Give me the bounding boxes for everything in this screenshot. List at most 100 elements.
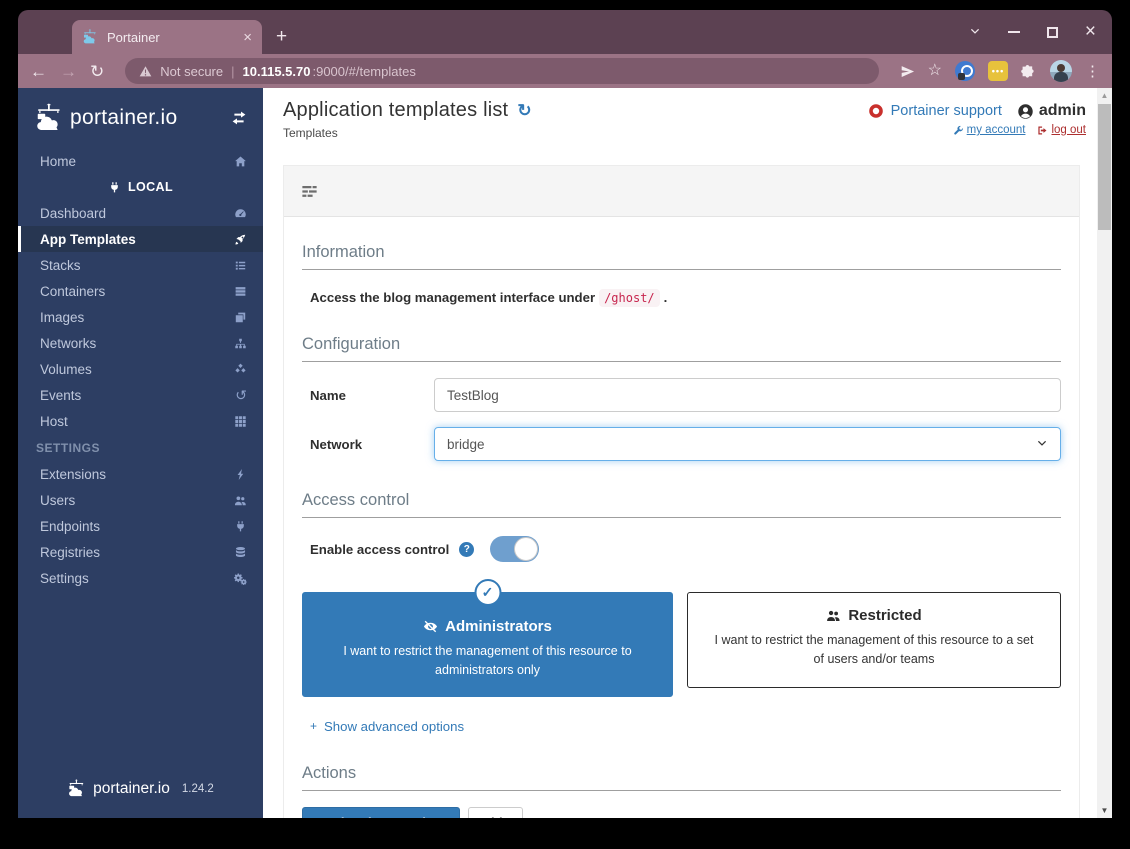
- bolt-icon: [234, 468, 247, 481]
- not-secure-label: Not secure: [160, 64, 223, 79]
- url-host: 10.115.5.70: [243, 64, 311, 79]
- restricted-option[interactable]: Restricted I want to restrict the manage…: [687, 592, 1061, 688]
- tab-search-chevron-icon[interactable]: [969, 26, 981, 38]
- browser-tab[interactable]: Portainer ×: [72, 20, 262, 54]
- sidebar-collapse-icon[interactable]: [231, 110, 247, 126]
- tasks-icon: [300, 182, 319, 201]
- tab-close-icon[interactable]: ×: [243, 30, 252, 45]
- scrollbar-thumb[interactable]: [1098, 104, 1111, 230]
- section-title-information: Information: [302, 243, 1061, 270]
- sidebar-item-dashboard[interactable]: Dashboard: [18, 200, 263, 226]
- user-circle-icon: [1017, 103, 1034, 120]
- server-icon: [234, 285, 247, 298]
- section-title-access-control: Access control: [302, 491, 1061, 518]
- back-button-icon[interactable]: ←: [30, 63, 47, 80]
- name-label: Name: [302, 388, 434, 403]
- sidebar-item-containers[interactable]: Containers: [18, 278, 263, 304]
- sidebar-item-stacks[interactable]: Stacks: [18, 252, 263, 278]
- administrators-option[interactable]: ✓ Administrators I want to restrict the …: [302, 592, 673, 697]
- sidebar-item-registries[interactable]: Registries: [18, 539, 263, 565]
- network-label: Network: [302, 437, 434, 452]
- database-icon: [234, 546, 247, 559]
- browser-window: Portainer × + × ← → ↻ Not secure | 10.11…: [18, 10, 1112, 818]
- not-secure-warning-icon[interactable]: [139, 65, 152, 78]
- browser-titlebar: Portainer × + ×: [18, 10, 1112, 54]
- window-close-button[interactable]: ×: [1085, 21, 1096, 43]
- username: admin: [1039, 102, 1086, 120]
- sitemap-icon: [234, 337, 247, 350]
- deploy-container-button[interactable]: Deploy the container: [302, 807, 460, 818]
- tab-favicon-icon: [82, 29, 98, 45]
- plug-icon: [234, 520, 247, 533]
- browser-menu-icon[interactable]: ⋮: [1085, 64, 1100, 79]
- information-text: Access the blog management interface und…: [302, 290, 1061, 305]
- refresh-icon[interactable]: ↻: [517, 102, 531, 119]
- sidebar-item-images[interactable]: Images: [18, 304, 263, 330]
- log-out-link[interactable]: log out: [1037, 124, 1086, 136]
- rocket-icon: [234, 233, 247, 246]
- portainer-logo-icon: [34, 103, 64, 133]
- reload-button-icon[interactable]: ↻: [90, 63, 104, 80]
- plus-icon: +: [310, 720, 317, 732]
- users-icon: [826, 608, 841, 623]
- send-icon[interactable]: [900, 64, 915, 79]
- sidebar-logo-text: portainer.io: [70, 106, 225, 130]
- profile-avatar[interactable]: [1050, 60, 1072, 82]
- bookmark-star-icon[interactable]: ☆: [928, 63, 942, 79]
- yellow-extension-icon[interactable]: •••: [988, 61, 1008, 81]
- portainer-support-link[interactable]: Portainer support: [891, 103, 1002, 119]
- forward-button-icon[interactable]: →: [60, 63, 77, 80]
- sidebar-item-events[interactable]: Events ↺: [18, 382, 263, 408]
- list-icon: [234, 259, 247, 272]
- sidebar-settings-header: SETTINGS: [18, 435, 263, 461]
- sidebar-item-app-templates[interactable]: App Templates: [18, 226, 263, 252]
- breadcrumb: Templates: [283, 126, 532, 140]
- sidebar-item-extensions[interactable]: Extensions: [18, 461, 263, 487]
- sidebar-item-settings[interactable]: Settings: [18, 565, 263, 591]
- url-separator: |: [231, 64, 234, 79]
- sidebar-item-home[interactable]: Home: [18, 148, 263, 174]
- sidebar-item-endpoints[interactable]: Endpoints: [18, 513, 263, 539]
- endpoint-label: LOCAL: [18, 174, 263, 200]
- selected-check-icon: ✓: [474, 579, 501, 606]
- chevron-down-icon: [1036, 438, 1048, 450]
- user-menu[interactable]: admin: [1017, 102, 1086, 120]
- eye-slash-icon: [423, 619, 438, 634]
- access-control-toggle[interactable]: [490, 536, 539, 562]
- main-content: Application templates list ↻ Templates P…: [263, 88, 1112, 818]
- users-icon: [234, 494, 247, 507]
- address-bar[interactable]: Not secure | 10.115.5.70 :9000/#/templat…: [125, 58, 878, 84]
- scrollbar-up-arrow[interactable]: ▲: [1097, 91, 1112, 100]
- sidebar-item-host[interactable]: Host: [18, 408, 263, 434]
- extensions-puzzle-icon[interactable]: [1021, 63, 1037, 79]
- minimize-button[interactable]: [1008, 31, 1020, 33]
- page-scrollbar[interactable]: ▲ ▼: [1097, 88, 1112, 818]
- sign-out-icon: [1037, 125, 1048, 136]
- tab-title: Portainer: [107, 30, 234, 45]
- my-account-link[interactable]: my account: [953, 124, 1026, 136]
- history-icon: ↺: [235, 388, 247, 402]
- images-icon: [234, 311, 247, 324]
- grid-icon: [234, 415, 247, 428]
- browser-toolbar: ← → ↻ Not secure | 10.115.5.70 :9000/#/t…: [18, 54, 1112, 88]
- scrollbar-down-arrow[interactable]: ▼: [1097, 806, 1112, 815]
- password-manager-extension-icon[interactable]: [955, 61, 975, 81]
- life-ring-icon: [868, 103, 884, 119]
- page-title: Application templates list: [283, 99, 508, 122]
- sidebar-item-users[interactable]: Users: [18, 487, 263, 513]
- network-select[interactable]: bridge: [434, 427, 1061, 461]
- show-advanced-options-link[interactable]: + Show advanced options: [302, 719, 1061, 734]
- cubes-icon: [234, 363, 247, 376]
- sidebar-item-volumes[interactable]: Volumes: [18, 356, 263, 382]
- template-form-panel: Information Access the blog management i…: [283, 165, 1080, 818]
- maximize-button[interactable]: [1047, 27, 1058, 38]
- help-question-icon[interactable]: ?: [459, 542, 474, 557]
- url-path: :9000/#/templates: [312, 64, 415, 79]
- name-input[interactable]: [434, 378, 1061, 412]
- cogs-icon: [234, 572, 247, 585]
- new-tab-button[interactable]: +: [276, 20, 287, 54]
- hide-button[interactable]: Hide: [468, 807, 523, 818]
- plug-icon: [108, 181, 121, 194]
- sidebar-item-networks[interactable]: Networks: [18, 330, 263, 356]
- panel-header: [284, 166, 1079, 217]
